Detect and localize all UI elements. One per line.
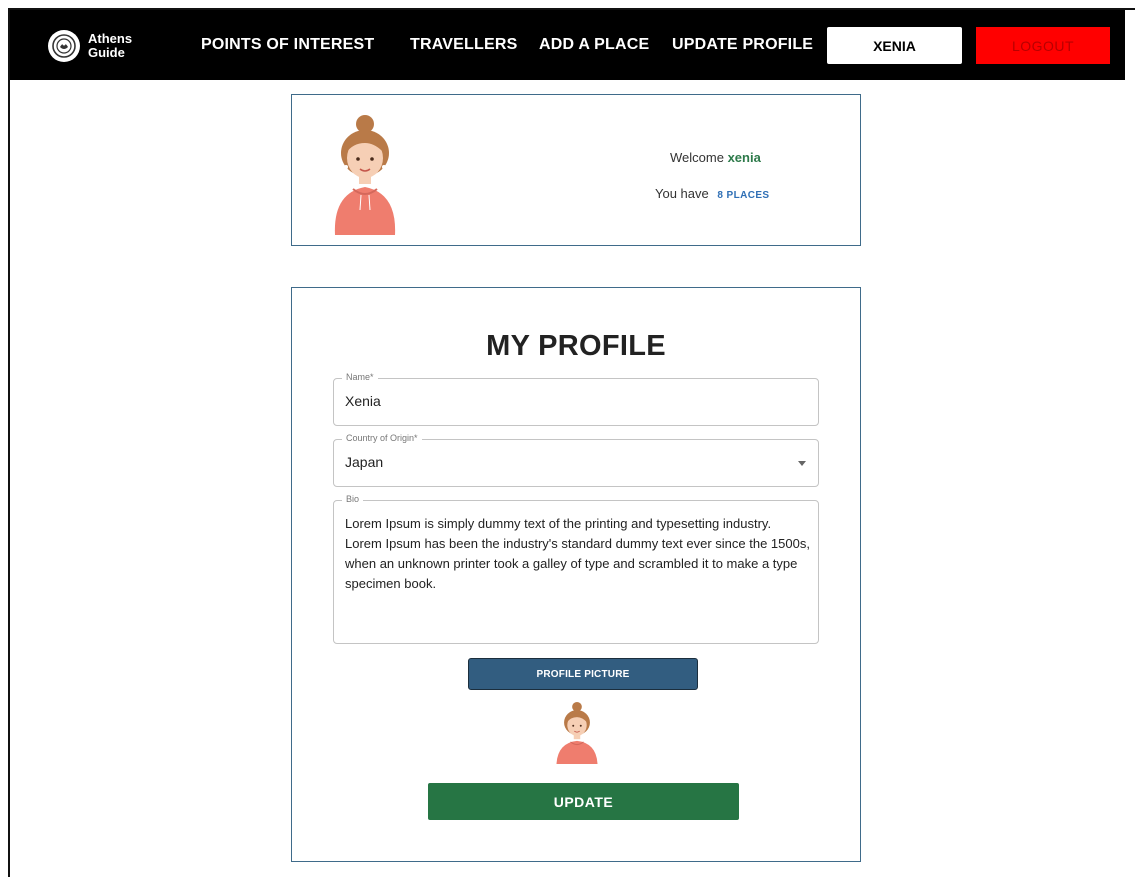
profile-form-card: MY PROFILE Name* Xenia Country of Origin… xyxy=(291,287,861,862)
welcome-greeting: Welcome xyxy=(670,150,724,165)
nav-link-points-of-interest[interactable]: POINTS OF INTEREST xyxy=(201,36,374,54)
logo-emblem-icon xyxy=(48,30,80,62)
user-button[interactable]: XENIA xyxy=(827,27,962,64)
nav-link-add-a-place[interactable]: ADD A PLACE xyxy=(539,36,649,54)
avatar xyxy=(315,115,415,240)
bio-field-label: Bio xyxy=(342,494,364,504)
logo-line-2: Guide xyxy=(88,45,125,60)
profile-title: MY PROFILE xyxy=(486,330,666,362)
places-prefix: You have xyxy=(655,186,709,201)
welcome-card: Welcome xenia You have 8 PLACES xyxy=(291,94,861,246)
welcome-username: xenia xyxy=(727,150,761,165)
profile-picture-button[interactable]: PROFILE PICTURE xyxy=(468,658,698,690)
nav-link-travellers[interactable]: TRAVELLERS xyxy=(410,36,517,54)
profile-picture-preview xyxy=(550,702,604,769)
chevron-down-icon[interactable] xyxy=(798,461,806,466)
logout-button[interactable]: LOGOUT xyxy=(976,27,1110,64)
top-navbar: Athens Guide POINTS OF INTEREST TRAVELLE… xyxy=(10,10,1125,80)
places-link[interactable]: 8 PLACES xyxy=(717,190,769,201)
logo-wordmark: Athens Guide xyxy=(88,32,132,60)
welcome-message: Welcome xenia xyxy=(670,150,761,165)
places-summary: You have 8 PLACES xyxy=(655,186,769,201)
country-select[interactable]: Country of Origin* Japan xyxy=(333,433,819,487)
name-field-label: Name* xyxy=(342,372,378,382)
name-field[interactable]: Name* Xenia xyxy=(333,372,819,426)
athens-guide-logo[interactable]: Athens Guide xyxy=(48,30,132,62)
update-button[interactable]: UPDATE xyxy=(428,783,739,820)
bio-textarea[interactable]: Bio Lorem Ipsum is simply dummy text of … xyxy=(333,494,819,644)
country-field-label: Country of Origin* xyxy=(342,433,422,443)
nav-link-update-profile[interactable]: UPDATE PROFILE xyxy=(672,36,813,54)
country-field-value: Japan xyxy=(345,454,384,470)
name-field-value: Xenia xyxy=(345,393,381,409)
logo-line-1: Athens xyxy=(88,31,133,46)
bio-text: Lorem Ipsum is simply dummy text of the … xyxy=(345,516,810,591)
